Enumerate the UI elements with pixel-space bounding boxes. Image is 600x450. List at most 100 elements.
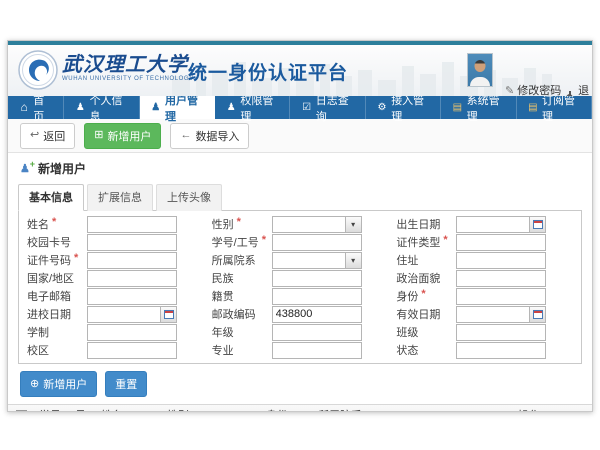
field-address: 住址* ▾	[392, 252, 577, 268]
input-enroll-date[interactable]	[88, 307, 160, 322]
input-political-status[interactable]	[457, 271, 545, 286]
nav-item-permission-management[interactable]: 权限管理	[215, 96, 290, 119]
change-password-link[interactable]: ✎ 修改密码	[505, 82, 561, 96]
field-control: ▾	[272, 252, 362, 269]
nav-item-label: 日志查询	[316, 92, 354, 124]
tab-label: 上传头像	[167, 192, 211, 204]
input-birth-date[interactable]	[457, 217, 529, 232]
input-id-number[interactable]	[88, 253, 176, 268]
field-control: ▾	[272, 270, 362, 287]
back-button[interactable]: ↩ 返回	[20, 123, 75, 149]
dropdown-arrow-icon[interactable]: ▾	[345, 217, 361, 232]
nav-item-label: 系统管理	[467, 92, 505, 124]
input-gender[interactable]	[273, 217, 345, 232]
input-id-type[interactable]	[457, 235, 545, 250]
nav-item-system-management[interactable]: 系统管理	[441, 96, 516, 119]
field-ethnicity: 民族* ▾	[208, 270, 393, 286]
submit-add-user-button[interactable]: ⊕ 新增用户	[20, 371, 97, 397]
input-name[interactable]	[88, 217, 176, 232]
required-mark: *	[74, 252, 78, 268]
input-ethnicity[interactable]	[273, 271, 361, 286]
reset-button[interactable]: 重置	[105, 371, 147, 397]
field-label: 籍贯*	[208, 288, 272, 304]
required-mark: *	[237, 216, 241, 232]
input-student-id[interactable]	[273, 235, 361, 250]
field-id-number: 证件号码* ▾	[23, 252, 208, 268]
tab-label: 基本信息	[29, 192, 73, 204]
change-password-label: 修改密码	[517, 82, 561, 96]
table-column-header: 身份	[260, 407, 312, 412]
input-study-length[interactable]	[88, 325, 176, 340]
add-user-panel: 新增用户 基本信息 扩展信息 上传头像 姓名*	[8, 153, 592, 397]
calendar-icon[interactable]	[529, 307, 545, 322]
field-control: ▾	[456, 324, 546, 341]
field-control: ▾	[272, 324, 362, 341]
field-campus-card-no: 校园卡号* ▾	[23, 234, 208, 250]
dropdown-arrow-icon[interactable]: ▾	[345, 253, 361, 268]
tab-upload-avatar[interactable]: 上传头像	[156, 184, 222, 211]
university-logo	[18, 50, 58, 90]
table-column-header: 姓名	[95, 407, 161, 412]
field-study-length: 学制* ▾	[23, 324, 208, 340]
tab-basic-info[interactable]: 基本信息	[18, 184, 84, 211]
nav-item-log-query[interactable]: 日志查询	[290, 96, 365, 119]
field-enroll-date: 进校日期* ▾	[23, 306, 208, 322]
input-major[interactable]	[273, 343, 361, 358]
field-department: 所属院系* ▾	[208, 252, 393, 268]
field-label: 政治面貌*	[392, 270, 456, 286]
field-status: 状态* ▾	[392, 342, 577, 358]
calendar-icon[interactable]	[529, 217, 545, 232]
field-valid-date: 有效日期* ▾	[392, 306, 577, 322]
input-valid-date[interactable]	[457, 307, 529, 322]
input-address[interactable]	[457, 253, 545, 268]
data-import-button[interactable]: ← 数据导入	[170, 123, 249, 149]
input-class[interactable]	[457, 325, 545, 340]
tab-extended-info[interactable]: 扩展信息	[87, 184, 153, 211]
field-gender: 性别* ▾	[208, 216, 393, 232]
nav-item-profile[interactable]: 个人信息	[64, 96, 139, 119]
field-label: 专业*	[208, 342, 272, 358]
field-control: ▾	[456, 342, 546, 359]
field-political-status: 政治面貌* ▾	[392, 270, 577, 286]
field-student-id: 学号/工号* ▾	[208, 234, 393, 250]
logout-link[interactable]: 退出	[566, 82, 592, 96]
field-label: 住址*	[392, 252, 456, 268]
back-arrow-icon: ↩	[30, 130, 39, 141]
nav-item-label: 权限管理	[240, 92, 278, 124]
nav-item-label: 订阅管理	[542, 92, 580, 124]
input-email[interactable]	[88, 289, 176, 304]
new-user-button[interactable]: ⊞ 新增用户	[84, 123, 161, 149]
nav-item-user-management[interactable]: 用户管理	[140, 96, 215, 119]
input-campus[interactable]	[88, 343, 176, 358]
calendar-icon[interactable]	[160, 307, 176, 322]
app-window: 武汉理工大学 WUHAN UNIVERSITY OF TECHNOLOGY 统一…	[7, 40, 593, 412]
field-label: 年级*	[208, 324, 272, 340]
form-actions: ⊕ 新增用户 重置	[20, 371, 582, 397]
input-identity[interactable]	[457, 289, 545, 304]
nav-item-access-management[interactable]: 接入管理	[366, 96, 441, 119]
field-control: ▾	[272, 342, 362, 359]
field-control: ▾	[87, 306, 177, 323]
input-grade[interactable]	[273, 325, 361, 340]
input-native-place[interactable]	[273, 289, 361, 304]
form-tabs: 基本信息 扩展信息 上传头像	[18, 184, 582, 211]
input-postal-code[interactable]	[273, 307, 361, 322]
nav-item-label: 首页	[33, 92, 52, 124]
input-campus-card-no[interactable]	[88, 235, 176, 250]
nav-item-home[interactable]: 首页	[8, 96, 64, 119]
field-control: ▾	[87, 252, 177, 269]
select-all-checkbox[interactable]	[16, 410, 27, 413]
field-control: ▾	[87, 342, 177, 359]
required-mark: *	[262, 234, 266, 250]
input-department[interactable]	[273, 253, 345, 268]
user-avatar[interactable]	[467, 53, 493, 87]
field-postal-code: 邮政编码* ▾	[208, 306, 393, 322]
field-control: ▾	[87, 324, 177, 341]
nav-item-subscription-management[interactable]: 订阅管理	[517, 96, 592, 119]
field-label: 电子邮箱*	[23, 288, 87, 304]
input-status[interactable]	[457, 343, 545, 358]
field-control: ▾	[87, 270, 177, 287]
field-country-region: 国家/地区* ▾	[23, 270, 208, 286]
required-mark: *	[421, 288, 425, 304]
input-country-region[interactable]	[88, 271, 176, 286]
